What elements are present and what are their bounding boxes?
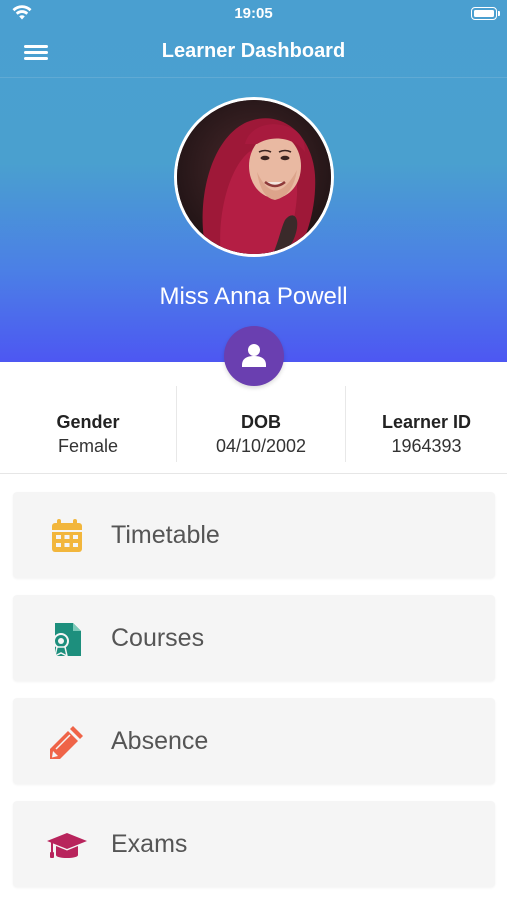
detail-value: 04/10/2002 — [215, 436, 307, 456]
status-bar: 19:05 — [0, 0, 507, 28]
detail-label: DOB — [241, 412, 281, 432]
menu-item-absence[interactable]: Absence — [13, 698, 495, 784]
detail-value: Female — [57, 436, 119, 456]
menu-item-courses[interactable]: Courses — [13, 595, 495, 681]
menu-item-label: Exams — [111, 830, 188, 858]
profile-header: 19:05 Learner Dashboard Miss Anna Powell — [0, 0, 507, 362]
avatar-photo — [177, 100, 331, 254]
menu-item-label: Timetable — [111, 521, 220, 549]
graduation-cap-icon — [47, 833, 87, 858]
menu-item-exams[interactable]: Exams — [13, 801, 495, 887]
calendar-icon — [52, 519, 82, 552]
detail-label: Gender — [56, 412, 120, 432]
menu-item-timetable[interactable]: Timetable — [13, 492, 495, 578]
detail-dob: DOB 04/10/2002 — [176, 386, 346, 462]
battery-icon — [471, 7, 500, 20]
page-title: Learner Dashboard — [161, 40, 346, 62]
detail-label: Learner ID — [381, 412, 472, 432]
course-certificate-icon — [53, 623, 81, 658]
pencil-icon — [50, 726, 83, 759]
menu-item-label: Courses — [111, 624, 205, 652]
detail-gender: Gender Female — [0, 386, 176, 462]
detail-learner-id: Learner ID 1964393 — [346, 386, 507, 462]
learner-details: Gender Female DOB 04/10/2002 Learner ID … — [0, 386, 507, 474]
avatar — [174, 97, 334, 257]
nav-bar: Learner Dashboard — [0, 28, 507, 78]
detail-value: 1964393 — [391, 436, 462, 456]
status-time: 19:05 — [234, 5, 273, 22]
menu-item-label: Absence — [111, 727, 209, 755]
learner-name: Miss Anna Powell — [159, 283, 348, 310]
profile-badge[interactable] — [224, 326, 284, 386]
user-icon — [242, 344, 266, 367]
